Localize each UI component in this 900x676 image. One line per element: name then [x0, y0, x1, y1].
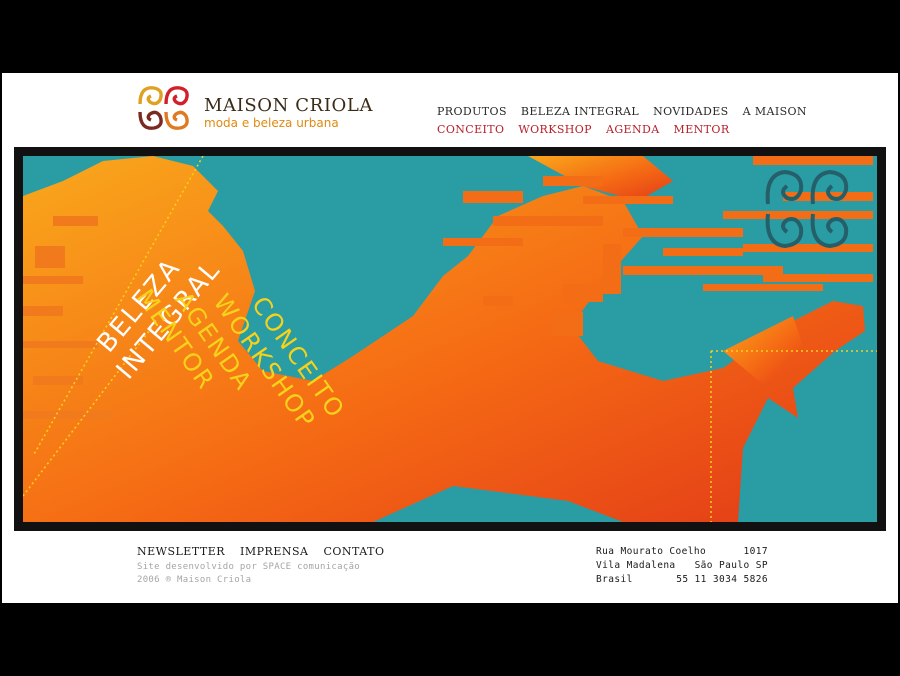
footer-nav: NEWSLETTER IMPRENSA CONTATO — [137, 545, 399, 558]
address-row: Brasil 55 11 3034 5826 — [596, 573, 768, 587]
address-number: 1017 — [743, 546, 768, 557]
address-row: Rua Mourato Coelho 1017 — [596, 545, 768, 559]
nav-item-conceito[interactable]: CONCEITO — [437, 123, 504, 136]
footer-link-contato[interactable]: CONTATO — [323, 545, 384, 558]
address-country: Brasil — [596, 574, 633, 585]
nav-item-beleza-integral[interactable]: BELEZA INTEGRAL — [521, 105, 639, 118]
footer-link-newsletter[interactable]: NEWSLETTER — [137, 545, 225, 558]
credit-site[interactable]: Site desenvolvido por SPACE comunicação — [137, 561, 360, 574]
primary-nav: PRODUTOS BELEZA INTEGRAL NOVIDADES A MAISON — [437, 105, 821, 118]
credits: Site desenvolvido por SPACE comunicação … — [137, 561, 360, 587]
nav-item-workshop[interactable]: WORKSHOP — [518, 123, 592, 136]
address: Rua Mourato Coelho 1017 Vila Madalena Sã… — [596, 545, 768, 587]
banner[interactable]: BELEZA INTEGRAL CONCEITO WORKSHOP AGENDA… — [23, 156, 877, 522]
nav-item-produtos[interactable]: PRODUTOS — [437, 105, 507, 118]
address-row: Vila Madalena São Paulo SP — [596, 559, 768, 573]
logo-spiral-icon — [138, 86, 189, 130]
nav-item-novidades[interactable]: NOVIDADES — [653, 105, 729, 118]
footer-link-imprensa[interactable]: IMPRENSA — [240, 545, 308, 558]
page: MAISON CRIOLA moda e beleza urbana PRODU… — [2, 73, 898, 603]
nav-item-mentor[interactable]: MENTOR — [674, 123, 730, 136]
brand-tagline: moda e beleza urbana — [204, 116, 339, 130]
nav-item-agenda[interactable]: AGENDA — [606, 123, 660, 136]
address-district: Vila Madalena — [596, 560, 676, 571]
credit-copyright: 2006 ® Maison Criola — [137, 575, 252, 585]
secondary-nav: CONCEITO WORKSHOP AGENDA MENTOR — [437, 123, 744, 136]
address-street: Rua Mourato Coelho — [596, 546, 707, 557]
banner-frame: BELEZA INTEGRAL CONCEITO WORKSHOP AGENDA… — [14, 147, 886, 531]
nav-item-a-maison[interactable]: A MAISON — [743, 105, 807, 118]
brand-name: MAISON CRIOLA — [204, 95, 374, 116]
logo[interactable]: MAISON CRIOLA moda e beleza urbana — [136, 80, 372, 136]
address-phone: 55 11 3034 5826 — [676, 574, 768, 585]
address-city: São Paulo SP — [694, 560, 768, 571]
